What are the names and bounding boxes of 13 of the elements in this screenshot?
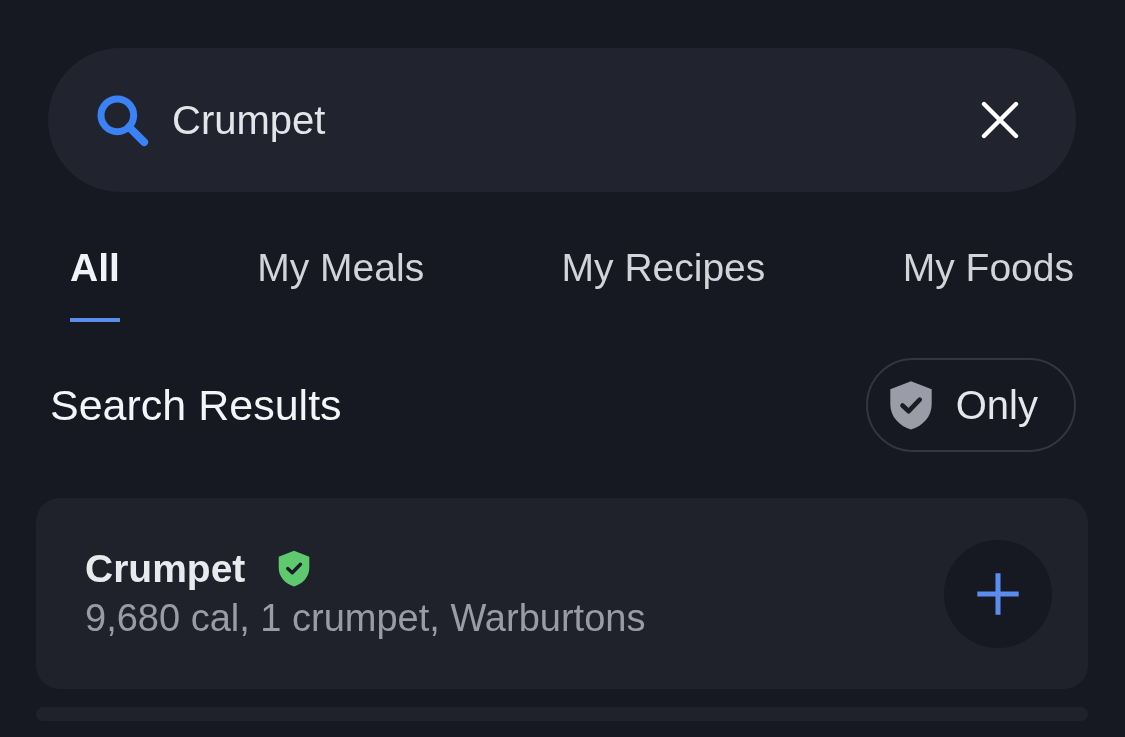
section-title: Search Results bbox=[50, 380, 342, 430]
verified-only-toggle[interactable]: Only bbox=[865, 358, 1076, 452]
food-result-card[interactable]: Crumpet 9,680 cal, 1 crumpet, Warburtons bbox=[36, 498, 1088, 689]
close-icon bbox=[980, 100, 1020, 140]
tab[interactable]: My Meals bbox=[257, 236, 425, 322]
tab[interactable]: My Foods bbox=[902, 236, 1074, 322]
tab[interactable]: All bbox=[70, 236, 120, 322]
food-details: 9,680 cal, 1 crumpet, Warburtons bbox=[85, 597, 647, 640]
clear-button[interactable] bbox=[980, 100, 1020, 140]
search-input[interactable]: Crumpet bbox=[172, 97, 958, 143]
tab[interactable]: My Recipes bbox=[561, 236, 766, 322]
food-name: Crumpet bbox=[85, 547, 246, 591]
plus-icon bbox=[975, 570, 1021, 617]
